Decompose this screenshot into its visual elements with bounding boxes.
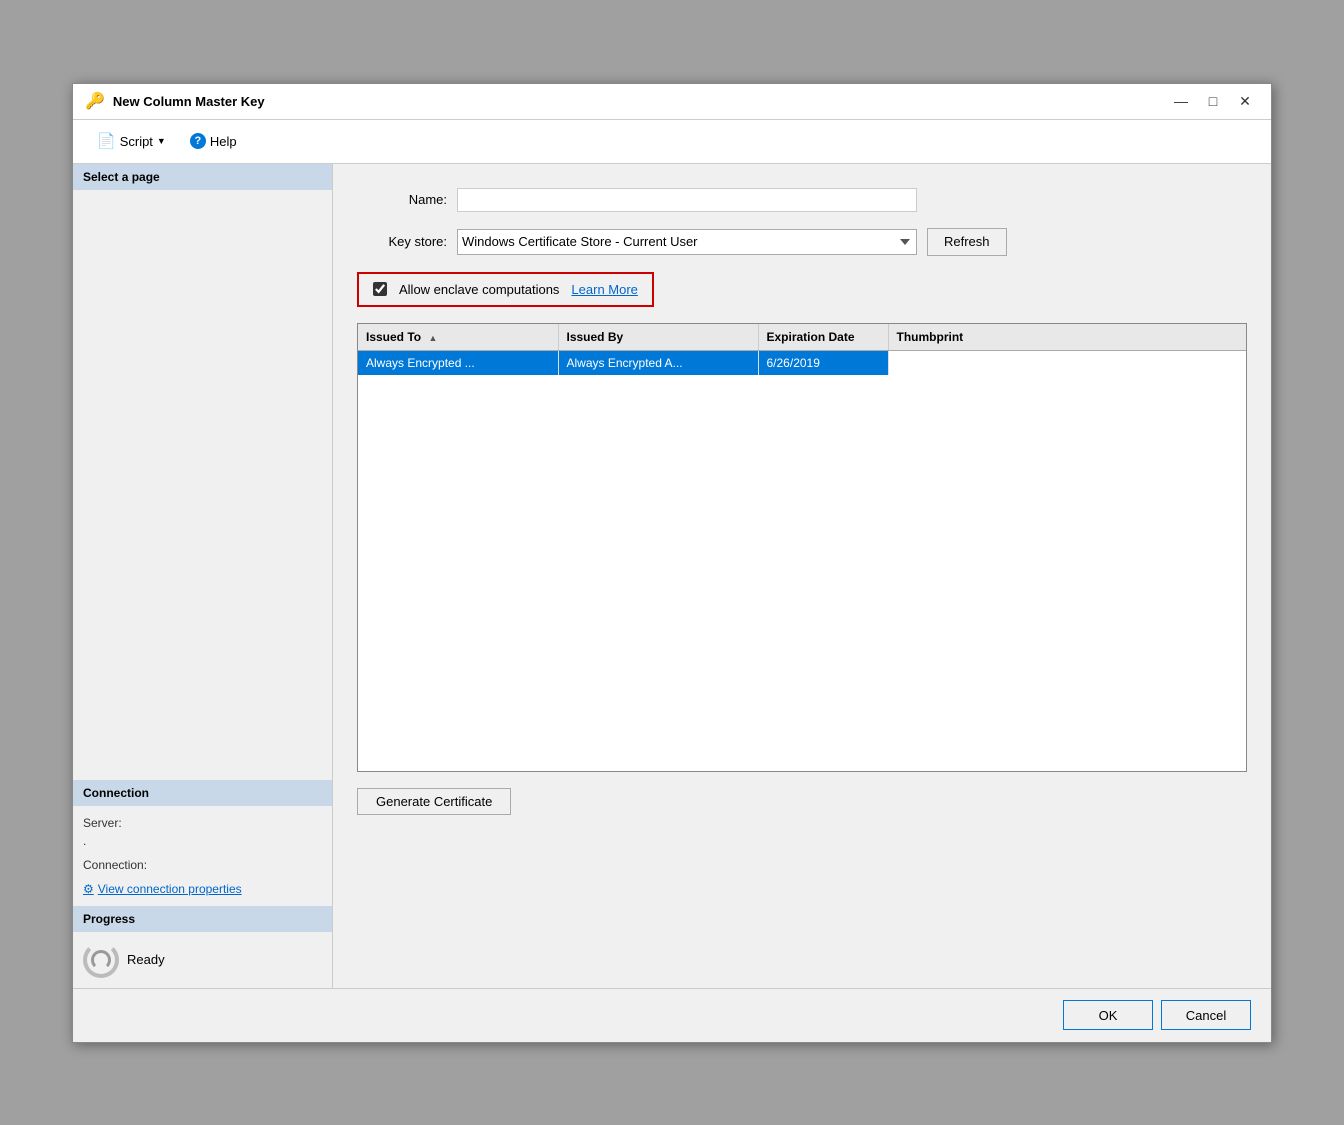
window-title: New Column Master Key <box>113 94 265 109</box>
name-label: Name: <box>357 192 447 207</box>
spinner-inner <box>91 950 111 970</box>
maximize-button[interactable]: □ <box>1199 89 1227 113</box>
title-bar: 🔑 New Column Master Key — □ ✕ <box>73 84 1271 120</box>
issued-by-cell: Always Encrypted A... <box>558 351 758 375</box>
generate-certificate-button[interactable]: Generate Certificate <box>357 788 511 815</box>
bottom-bar: OK Cancel <box>73 988 1271 1042</box>
select-page-header: Select a page <box>73 164 332 190</box>
title-controls: — □ ✕ <box>1167 89 1259 113</box>
header-row: Issued To ▲ Issued By Expiration Date Th… <box>358 324 1246 351</box>
table-row[interactable]: Always Encrypted ... Always Encrypted A.… <box>358 351 1246 375</box>
thumbprint-header[interactable]: Thumbprint <box>888 324 1246 351</box>
enclave-label: Allow enclave computations <box>399 282 559 297</box>
main-window: 🔑 New Column Master Key — □ ✕ 📄 Script ▼… <box>72 83 1272 1043</box>
help-label: Help <box>210 134 237 149</box>
name-input[interactable] <box>457 188 917 212</box>
certificate-table-container: Issued To ▲ Issued By Expiration Date Th… <box>357 323 1247 772</box>
sort-arrow-issued-to: ▲ <box>428 333 437 343</box>
table-body-container: Always Encrypted ... Always Encrypted A.… <box>358 351 1246 771</box>
server-label: Server: <box>83 816 322 830</box>
issued-by-header[interactable]: Issued By <box>558 324 758 351</box>
toolbar: 📄 Script ▼ ? Help <box>73 120 1271 164</box>
progress-spinner <box>83 942 119 978</box>
help-button[interactable]: ? Help <box>182 129 245 153</box>
script-label: Script <box>120 134 153 149</box>
minimize-button[interactable]: — <box>1167 89 1195 113</box>
key-store-select[interactable]: Windows Certificate Store - Current User… <box>457 229 917 255</box>
connection-header: Connection <box>73 780 332 806</box>
connection-props-icon: ⚙ <box>83 882 94 896</box>
expiration-date-cell: 6/26/2019 <box>758 351 888 375</box>
script-icon: 📄 <box>97 132 116 150</box>
progress-content: Ready <box>73 932 332 988</box>
script-button[interactable]: 📄 Script ▼ <box>89 128 174 154</box>
help-icon: ? <box>190 133 206 149</box>
window-icon: 🔑 <box>85 91 105 111</box>
table-body: Always Encrypted ... Always Encrypted A.… <box>358 351 1246 375</box>
connection-info: Server: . Connection: ⚙ View connection … <box>73 806 332 906</box>
progress-section: Progress Ready <box>73 906 332 988</box>
sidebar-page-content <box>73 190 332 780</box>
certificate-data-table: Always Encrypted ... Always Encrypted A.… <box>358 351 1246 375</box>
thumbprint-cell <box>888 351 1246 375</box>
certificate-table: Issued To ▲ Issued By Expiration Date Th… <box>358 324 1246 351</box>
expiration-date-header[interactable]: Expiration Date <box>758 324 888 351</box>
table-header: Issued To ▲ Issued By Expiration Date Th… <box>358 324 1246 351</box>
sidebar: Select a page Connection Server: . Conne… <box>73 164 333 988</box>
name-row: Name: <box>357 188 1247 212</box>
script-dropdown-icon: ▼ <box>157 136 166 146</box>
key-store-label: Key store: <box>357 234 447 249</box>
progress-header: Progress <box>73 906 332 932</box>
issued-to-cell: Always Encrypted ... <box>358 351 558 375</box>
issued-to-header[interactable]: Issued To ▲ <box>358 324 558 351</box>
key-store-row: Key store: Windows Certificate Store - C… <box>357 228 1247 256</box>
cancel-button[interactable]: Cancel <box>1161 1000 1251 1030</box>
close-button[interactable]: ✕ <box>1231 89 1259 113</box>
connection-label: Connection: <box>83 858 322 872</box>
ready-label: Ready <box>127 952 165 967</box>
connection-section: Connection Server: . Connection: ⚙ View … <box>73 780 332 906</box>
title-left: 🔑 New Column Master Key <box>85 91 265 111</box>
learn-more-link[interactable]: Learn More <box>571 282 637 297</box>
server-value: . <box>83 834 322 848</box>
view-props-label: View connection properties <box>98 882 242 896</box>
refresh-button[interactable]: Refresh <box>927 228 1007 256</box>
main-body: Select a page Connection Server: . Conne… <box>73 164 1271 988</box>
ok-button[interactable]: OK <box>1063 1000 1153 1030</box>
enclave-computations-box: Allow enclave computations Learn More <box>357 272 654 307</box>
content-area: Name: Key store: Windows Certificate Sto… <box>333 164 1271 988</box>
enclave-checkbox[interactable] <box>373 282 387 296</box>
view-connection-properties-link[interactable]: ⚙ View connection properties <box>83 882 322 896</box>
